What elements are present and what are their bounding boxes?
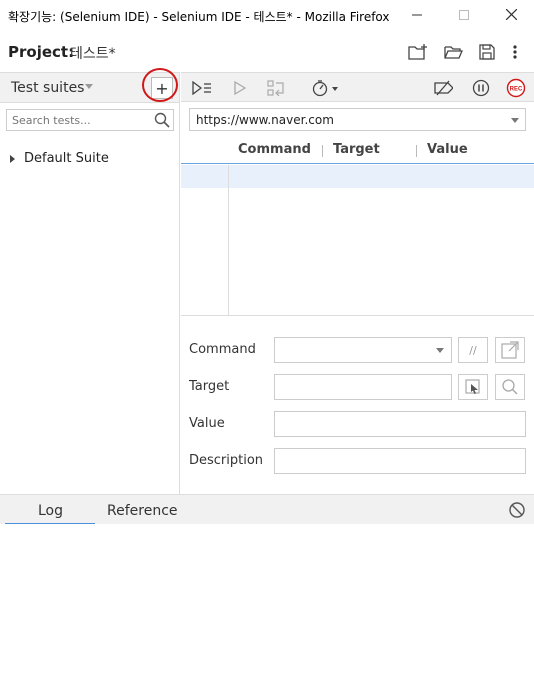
comment-button[interactable]: //	[458, 337, 488, 363]
project-header: Project: 테스트*	[0, 31, 534, 72]
value-label: Value	[189, 416, 225, 431]
find-target-icon[interactable]	[495, 374, 525, 400]
tab-reference[interactable]: Reference	[107, 503, 178, 519]
tab-log[interactable]: Log	[38, 503, 63, 519]
run-all-tests-icon[interactable]	[192, 79, 212, 97]
window-title: 확장기능: (Selenium IDE) - Selenium IDE - 테스…	[8, 10, 390, 24]
open-reference-icon[interactable]	[495, 337, 525, 363]
pause-on-exceptions-icon[interactable]	[471, 79, 491, 97]
select-target-icon[interactable]	[458, 374, 488, 400]
maximize-button[interactable]	[441, 0, 487, 31]
column-divider	[416, 145, 417, 157]
base-url-value: https://www.naver.com	[196, 113, 334, 127]
highlight-annotation-circle	[142, 68, 178, 102]
close-icon	[505, 8, 517, 24]
column-command: Command	[238, 142, 311, 157]
column-target: Target	[333, 142, 380, 157]
minimize-button[interactable]	[394, 0, 440, 31]
table-row[interactable]	[181, 165, 534, 188]
record-icon[interactable]: REC	[506, 78, 526, 98]
disable-breakpoints-icon[interactable]	[433, 79, 453, 97]
chevron-down-icon	[511, 118, 519, 123]
minimize-icon	[412, 8, 422, 24]
test-suites-dropdown[interactable]: Test suites	[11, 80, 84, 96]
new-project-icon[interactable]	[406, 41, 430, 63]
column-divider	[322, 145, 323, 157]
value-input[interactable]	[274, 411, 526, 437]
test-suites-header: Test suites +	[0, 68, 179, 103]
row-number-divider	[228, 165, 229, 315]
base-url-select[interactable]: https://www.naver.com	[189, 108, 526, 131]
maximize-icon	[459, 8, 469, 24]
project-label: Project:	[8, 43, 75, 61]
step-over-icon[interactable]	[267, 79, 287, 97]
log-output	[0, 524, 534, 686]
save-project-icon[interactable]	[475, 41, 499, 63]
command-label: Command	[189, 342, 256, 357]
search-icon	[154, 112, 170, 132]
chevron-down-icon	[436, 348, 444, 353]
chevron-down-icon	[85, 84, 93, 89]
run-current-test-icon[interactable]	[230, 79, 250, 97]
project-name[interactable]: 테스트*	[70, 43, 116, 63]
description-label: Description	[189, 453, 264, 468]
suite-name: Default Suite	[24, 151, 109, 166]
description-input[interactable]	[274, 448, 526, 474]
record-label: REC	[510, 87, 523, 93]
clear-log-icon[interactable]	[508, 501, 526, 523]
open-project-icon[interactable]	[441, 41, 465, 63]
test-toolbar: REC	[181, 72, 534, 102]
more-options-icon[interactable]	[503, 41, 527, 63]
target-label: Target	[189, 379, 230, 394]
test-speed-icon[interactable]	[310, 79, 342, 97]
commands-table-header: Command Target Value	[181, 140, 534, 164]
comment-label: //	[469, 343, 477, 357]
editor-divider	[181, 315, 534, 316]
bottom-panel-tabs: Log Reference	[0, 494, 534, 525]
command-select[interactable]	[274, 337, 452, 363]
target-input[interactable]	[274, 374, 452, 400]
suite-item-default[interactable]: Default Suite	[10, 151, 109, 166]
test-suites-panel: Test suites + Default Suite	[0, 68, 180, 494]
column-value: Value	[427, 142, 468, 157]
search-tests-input[interactable]	[6, 109, 174, 131]
window-title-bar: 확장기능: (Selenium IDE) - Selenium IDE - 테스…	[0, 0, 534, 31]
expand-triangle-icon[interactable]	[10, 154, 15, 163]
close-button[interactable]	[488, 0, 534, 31]
